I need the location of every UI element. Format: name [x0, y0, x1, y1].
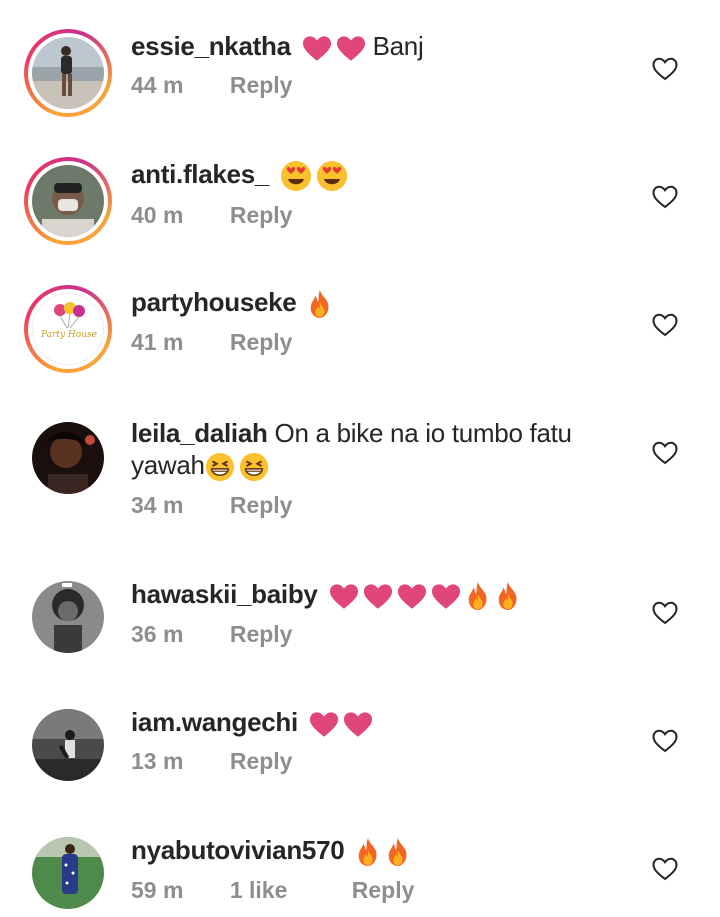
- reply-button[interactable]: Reply: [230, 619, 293, 649]
- comment-time: 34 m: [131, 492, 184, 519]
- comment-time: 13 m: [131, 748, 184, 774]
- avatar-logo-text: Party House: [41, 330, 97, 340]
- comment-row: leila_daliah On a bike na io tumbo fatu …: [0, 388, 720, 553]
- heart-eyes-emoji: [280, 160, 312, 192]
- comment-username[interactable]: leila_daliah: [131, 418, 268, 448]
- like-heart-icon[interactable]: [652, 601, 678, 625]
- reply-button[interactable]: Reply: [352, 875, 415, 905]
- fire-emoji: [307, 289, 333, 319]
- pink-heart-emoji: [363, 583, 393, 610]
- avatar-story-ring[interactable]: [24, 157, 112, 245]
- comment-time: 36 m: [131, 621, 184, 648]
- fire-emoji: [385, 837, 411, 867]
- avatar: [32, 37, 104, 109]
- like-heart-icon[interactable]: [652, 57, 678, 81]
- avatar: Party House: [32, 293, 104, 365]
- fire-emoji: [465, 581, 491, 611]
- avatar-wrap[interactable]: [24, 701, 112, 789]
- comment-time: 44 m: [131, 72, 184, 98]
- comment-time: 41 m: [131, 329, 184, 356]
- comment-time: 59 m: [131, 877, 184, 904]
- avatar: [32, 581, 104, 653]
- avatar-wrap[interactable]: [24, 573, 112, 661]
- pink-heart-emoji: [336, 35, 366, 62]
- comment-text: On a bike na io tumbo fatu: [274, 418, 572, 448]
- pink-heart-emoji: [302, 35, 332, 62]
- pink-heart-emoji: [309, 711, 339, 738]
- comment-row: iam.wangechi 13 m Reply: [0, 681, 720, 809]
- like-heart-icon[interactable]: [652, 857, 678, 881]
- fire-emoji: [355, 837, 381, 867]
- pink-heart-emoji: [397, 583, 427, 610]
- fire-emoji: [495, 581, 521, 611]
- comment-text-continued: yawah: [131, 450, 205, 480]
- comment-username[interactable]: partyhouseke: [131, 287, 297, 317]
- comment-row: anti.flakes_ 40 m Reply: [0, 128, 720, 256]
- reply-button[interactable]: Reply: [230, 327, 293, 357]
- comment-time: 40 m: [131, 202, 184, 229]
- comment-row: essie_nkatha Banj 44 m Reply: [0, 0, 720, 128]
- likes-count-button[interactable]: 1 like: [230, 875, 288, 905]
- avatar: [32, 165, 104, 237]
- avatar: [32, 709, 104, 781]
- avatar: [32, 422, 104, 494]
- avatar-wrap[interactable]: [24, 414, 112, 502]
- comment-row: hawaskii_baiby 36 m Reply: [0, 553, 720, 681]
- pink-heart-emoji: [329, 583, 359, 610]
- like-heart-icon[interactable]: [652, 441, 678, 465]
- heart-eyes-emoji: [316, 160, 348, 192]
- grinning-squint-emoji: [205, 452, 235, 482]
- reply-button[interactable]: Reply: [230, 490, 293, 520]
- avatar-story-ring[interactable]: Party House: [24, 285, 112, 373]
- comment-row: nyabutovivian570 59 m 1 like Reply: [0, 809, 720, 909]
- comment-username[interactable]: anti.flakes_: [131, 159, 269, 189]
- comment-username[interactable]: iam.wangechi: [131, 707, 298, 737]
- comment-row: Party House partyhouseke 41 m Reply: [0, 256, 720, 388]
- comment-username[interactable]: hawaskii_baiby: [131, 579, 318, 609]
- reply-button[interactable]: Reply: [230, 746, 293, 776]
- comment-text: Banj: [372, 31, 424, 61]
- avatar-story-ring[interactable]: [24, 29, 112, 117]
- avatar: [32, 837, 104, 909]
- like-heart-icon[interactable]: [652, 185, 678, 209]
- pink-heart-emoji: [431, 583, 461, 610]
- comment-username[interactable]: essie_nkatha: [131, 31, 291, 61]
- pink-heart-emoji: [343, 711, 373, 738]
- grinning-squint-emoji: [239, 452, 269, 482]
- reply-button[interactable]: Reply: [230, 200, 293, 230]
- comment-username[interactable]: nyabutovivian570: [131, 835, 345, 865]
- like-heart-icon[interactable]: [652, 313, 678, 337]
- like-heart-icon[interactable]: [652, 729, 678, 753]
- reply-button[interactable]: Reply: [230, 70, 293, 100]
